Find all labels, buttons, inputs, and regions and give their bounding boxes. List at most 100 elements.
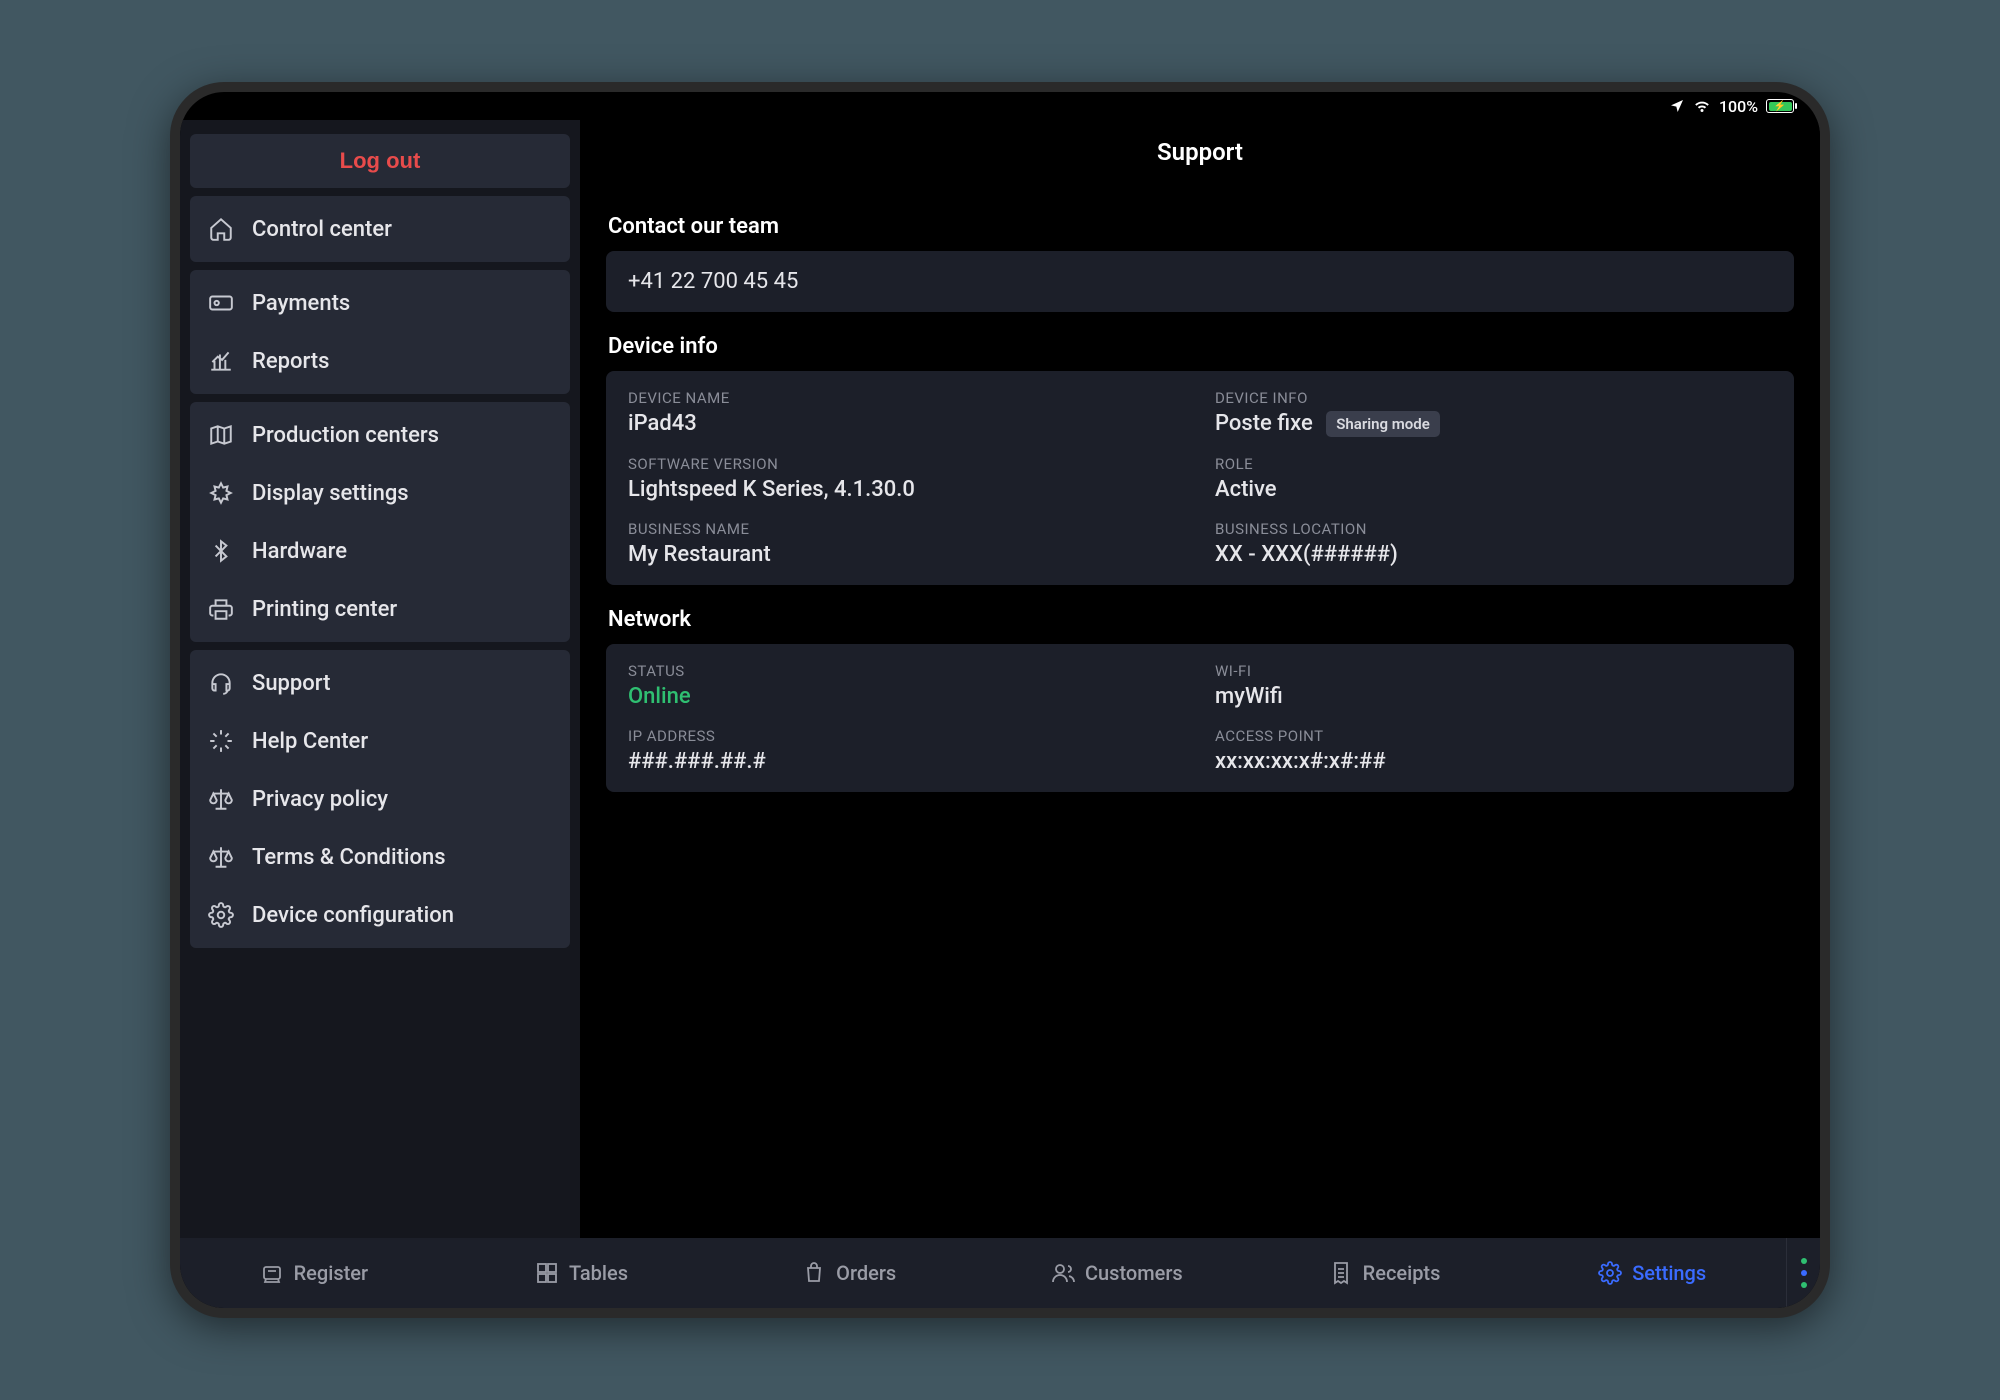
bluetooth-icon	[208, 538, 234, 564]
battery-icon: ⚡	[1766, 99, 1794, 113]
tab-tables[interactable]: Tables	[448, 1238, 716, 1308]
tab-register[interactable]: Register	[180, 1238, 448, 1308]
sidebar-item-support[interactable]: Support	[190, 654, 570, 712]
ip-label: IP ADDRESS	[628, 727, 1185, 745]
bottom-tab-bar: Register Tables Orders Customers	[180, 1238, 1820, 1308]
nav-group-4: Support Help Center Privacy policy	[190, 650, 570, 948]
business-location-label: BUSINESS LOCATION	[1215, 520, 1772, 538]
device-name-label: DEVICE NAME	[628, 389, 1185, 407]
page-title: Support	[606, 120, 1794, 192]
role-label: ROLE	[1215, 455, 1772, 473]
device-info-value: Poste fixe Sharing mode	[1215, 411, 1772, 437]
gear-icon	[208, 902, 234, 928]
register-icon	[260, 1261, 284, 1285]
status-dot-icon	[1801, 1282, 1807, 1288]
sidebar-item-production-centers[interactable]: Production centers	[190, 406, 570, 464]
ip-value: ###.###.##.#	[628, 749, 1185, 774]
logout-button[interactable]: Log out	[190, 134, 570, 188]
sidebar-item-label: Help Center	[252, 729, 368, 754]
status-value: Online	[628, 684, 1185, 709]
sidebar-item-printing-center[interactable]: Printing center	[190, 580, 570, 638]
orders-icon	[802, 1261, 826, 1285]
wifi-label: WI-FI	[1215, 662, 1772, 680]
printer-icon	[208, 596, 234, 622]
chart-icon	[208, 348, 234, 374]
sidebar-item-label: Terms & Conditions	[252, 845, 446, 870]
device-info-label: DEVICE INFO	[1215, 389, 1772, 407]
device-name-value: iPad43	[628, 411, 1185, 436]
sidebar-item-display-settings[interactable]: Display settings	[190, 464, 570, 522]
sidebar-item-label: Payments	[252, 291, 350, 316]
nav-group-3: Production centers Display settings Hard…	[190, 402, 570, 642]
role-value: Active	[1215, 477, 1772, 502]
tab-orders[interactable]: Orders	[715, 1238, 983, 1308]
receipts-icon	[1329, 1261, 1353, 1285]
sidebar-item-label: Display settings	[252, 481, 409, 506]
tables-icon	[535, 1261, 559, 1285]
tablet-frame: 100% ⚡ Log out Control center	[170, 82, 1830, 1318]
status-dot-icon	[1801, 1258, 1807, 1264]
battery-percent: 100%	[1719, 97, 1758, 116]
status-bar: 100% ⚡	[180, 92, 1820, 120]
sidebar-item-label: Privacy policy	[252, 787, 388, 812]
tab-label: Receipts	[1363, 1261, 1441, 1285]
display-icon	[208, 480, 234, 506]
tab-label: Customers	[1085, 1261, 1183, 1285]
more-menu-button[interactable]	[1786, 1238, 1820, 1308]
network-card: STATUS Online WI-FI myWifi IP ADDRESS ##…	[606, 644, 1794, 792]
wifi-value: myWifi	[1215, 684, 1772, 709]
business-name-label: BUSINESS NAME	[628, 520, 1185, 538]
main-content: Support Contact our team +41 22 700 45 4…	[580, 120, 1820, 1238]
gear-icon	[1598, 1261, 1622, 1285]
sidebar-item-payments[interactable]: Payments	[190, 274, 570, 332]
tab-label: Tables	[569, 1261, 628, 1285]
sidebar-item-device-configuration[interactable]: Device configuration	[190, 886, 570, 944]
sidebar-item-reports[interactable]: Reports	[190, 332, 570, 390]
nav-group-1: Control center	[190, 196, 570, 262]
business-name-value: My Restaurant	[628, 542, 1185, 567]
ap-label: ACCESS POINT	[1215, 727, 1772, 745]
sidebar-item-label: Production centers	[252, 423, 439, 448]
card-icon	[208, 290, 234, 316]
home-icon	[208, 216, 234, 242]
spark-icon	[208, 728, 234, 754]
sidebar-item-label: Reports	[252, 349, 329, 374]
ap-value: xx:xx:xx:x#:x#:##	[1215, 749, 1772, 774]
software-value: Lightspeed K Series, 4.1.30.0	[628, 477, 1185, 502]
nav-group-2: Payments Reports	[190, 270, 570, 394]
sharing-mode-badge: Sharing mode	[1326, 411, 1440, 437]
business-location-value: XX - XXX(######)	[1215, 542, 1772, 567]
sidebar-item-label: Printing center	[252, 597, 397, 622]
tab-label: Settings	[1632, 1261, 1706, 1285]
contact-card[interactable]: +41 22 700 45 45	[606, 251, 1794, 312]
status-dot-icon	[1801, 1270, 1807, 1276]
device-info-heading: Device info	[608, 334, 1794, 359]
tab-settings[interactable]: Settings	[1518, 1238, 1786, 1308]
sidebar-item-help-center[interactable]: Help Center	[190, 712, 570, 770]
headset-icon	[208, 670, 234, 696]
contact-heading: Contact our team	[608, 214, 1794, 239]
tab-customers[interactable]: Customers	[983, 1238, 1251, 1308]
contact-phone: +41 22 700 45 45	[628, 269, 798, 294]
software-label: SOFTWARE VERSION	[628, 455, 1185, 473]
tab-label: Orders	[836, 1261, 896, 1285]
customers-icon	[1051, 1261, 1075, 1285]
wifi-icon	[1693, 97, 1711, 115]
location-services-icon	[1669, 98, 1685, 114]
scale-icon	[208, 844, 234, 870]
tab-receipts[interactable]: Receipts	[1251, 1238, 1519, 1308]
status-label: STATUS	[628, 662, 1185, 680]
network-heading: Network	[608, 607, 1794, 632]
sidebar-item-terms-conditions[interactable]: Terms & Conditions	[190, 828, 570, 886]
tab-label: Register	[294, 1261, 368, 1285]
sidebar-item-label: Support	[252, 671, 330, 696]
sidebar: Log out Control center Payments	[180, 120, 580, 1238]
device-info-card: DEVICE NAME iPad43 DEVICE INFO Poste fix…	[606, 371, 1794, 585]
map-icon	[208, 422, 234, 448]
scale-icon	[208, 786, 234, 812]
sidebar-item-label: Device configuration	[252, 903, 454, 928]
sidebar-item-control-center[interactable]: Control center	[190, 200, 570, 258]
sidebar-item-hardware[interactable]: Hardware	[190, 522, 570, 580]
sidebar-item-label: Hardware	[252, 539, 347, 564]
sidebar-item-privacy-policy[interactable]: Privacy policy	[190, 770, 570, 828]
